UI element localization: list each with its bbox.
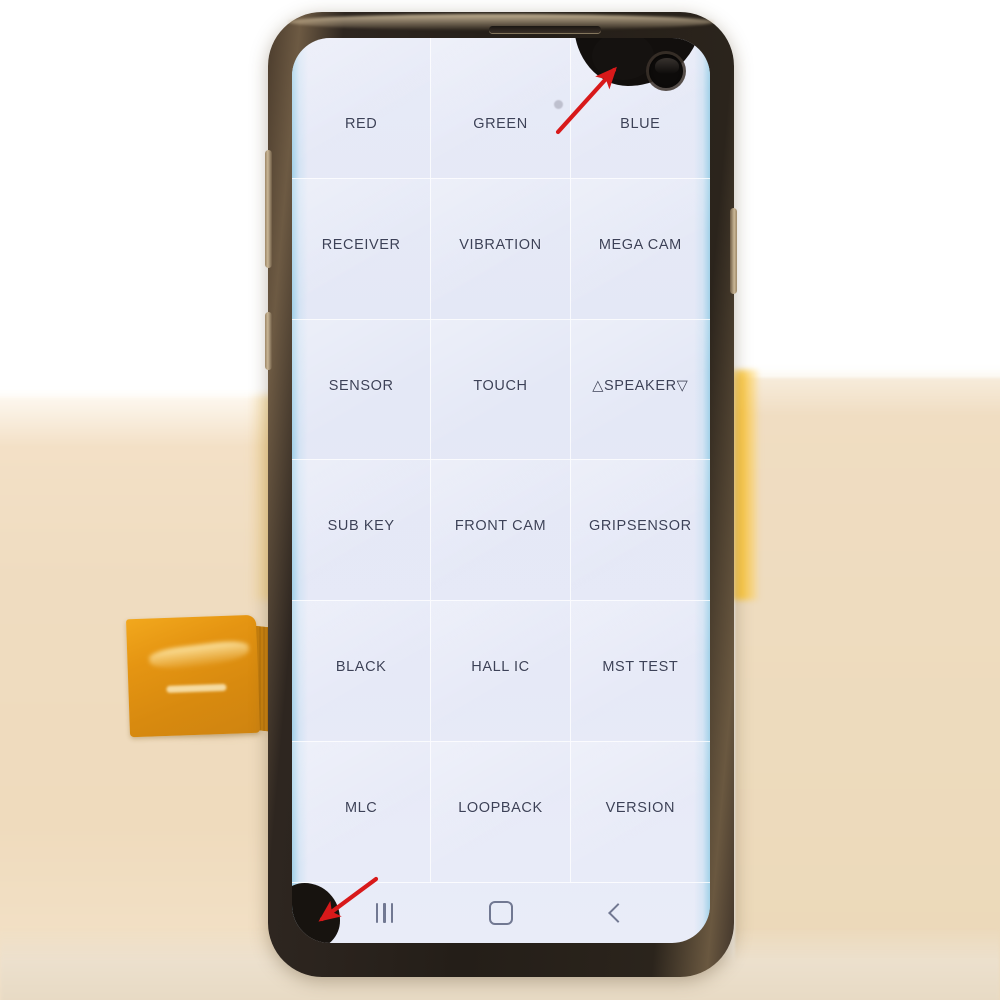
recents-icon	[375, 903, 393, 923]
test-cell-sub-key[interactable]: SUB KEY	[292, 460, 432, 602]
bixby-key[interactable]	[265, 312, 272, 370]
test-cell-label: △SPEAKER▽	[592, 377, 689, 394]
test-cell-label: LOOPBACK	[458, 800, 543, 817]
test-cell-mega-cam[interactable]: MEGA CAM	[570, 178, 710, 320]
test-cell-mlc[interactable]: MLC	[292, 742, 432, 883]
test-cell-label: GREEN	[473, 115, 528, 132]
test-cell-version[interactable]: VERSION	[570, 742, 710, 883]
earpiece-speaker-icon	[489, 26, 601, 33]
navigation-bar	[292, 883, 710, 943]
back-icon	[607, 903, 628, 923]
tape-highlight	[148, 638, 251, 673]
test-cell-mst-test[interactable]: MST TEST	[570, 601, 710, 743]
home-icon	[488, 901, 513, 925]
test-cell-label: VIBRATION	[459, 236, 542, 253]
test-cell-vibration[interactable]: VIBRATION	[431, 178, 571, 320]
test-cell-label: MLC	[344, 800, 378, 817]
test-cell-front-cam[interactable]: FRONT CAM	[431, 460, 571, 602]
photo-scene: RED GREEN BLUE RECEIVER VIBRATION MEGA C…	[0, 0, 1000, 1000]
test-cell-label: TOUCH	[473, 377, 528, 394]
screen-dust-spot	[554, 100, 563, 109]
power-key[interactable]	[730, 208, 737, 294]
test-cell-black[interactable]: BLACK	[292, 601, 432, 743]
phone-body: RED GREEN BLUE RECEIVER VIBRATION MEGA C…	[265, 12, 737, 977]
volume-key[interactable]	[265, 150, 272, 268]
test-cell-hall-ic[interactable]: HALL IC	[431, 601, 571, 743]
test-cell-loopback[interactable]: LOOPBACK	[431, 742, 571, 883]
test-grid: RED GREEN BLUE RECEIVER VIBRATION MEGA C…	[292, 38, 710, 883]
test-cell-label: SENSOR	[328, 377, 394, 394]
test-cell-label: BLACK	[335, 659, 387, 676]
display-screen[interactable]: RED GREEN BLUE RECEIVER VIBRATION MEGA C…	[292, 38, 710, 943]
test-cell-red[interactable]: RED	[292, 38, 432, 179]
recents-button[interactable]	[357, 893, 411, 933]
front-camera-highlight	[655, 58, 679, 74]
foam-block-right	[735, 378, 1000, 1000]
test-cell-speaker[interactable]: △SPEAKER▽	[570, 319, 710, 461]
test-cell-green[interactable]: GREEN	[431, 38, 571, 179]
test-cell-label: BLUE	[620, 115, 661, 132]
test-cell-label: RED	[344, 115, 378, 132]
test-cell-label: MST TEST	[602, 659, 679, 676]
test-cell-label: SUB KEY	[327, 518, 395, 535]
test-cell-touch[interactable]: TOUCH	[431, 319, 571, 461]
flex-cable-kapton-tape	[125, 614, 261, 738]
tape-highlight-streak	[166, 683, 227, 693]
test-cell-gripsensor[interactable]: GRIPSENSOR	[570, 460, 710, 602]
back-button[interactable]	[591, 893, 645, 933]
test-cell-label: MEGA CAM	[598, 236, 682, 253]
test-cell-receiver[interactable]: RECEIVER	[292, 178, 432, 320]
test-cell-label: FRONT CAM	[454, 518, 547, 535]
test-cell-label: RECEIVER	[321, 236, 401, 253]
test-cell-sensor[interactable]: SENSOR	[292, 319, 432, 461]
test-cell-label: VERSION	[605, 800, 676, 817]
home-button[interactable]	[474, 893, 528, 933]
test-cell-label: HALL IC	[471, 659, 530, 676]
test-cell-label: GRIPSENSOR	[588, 518, 692, 535]
